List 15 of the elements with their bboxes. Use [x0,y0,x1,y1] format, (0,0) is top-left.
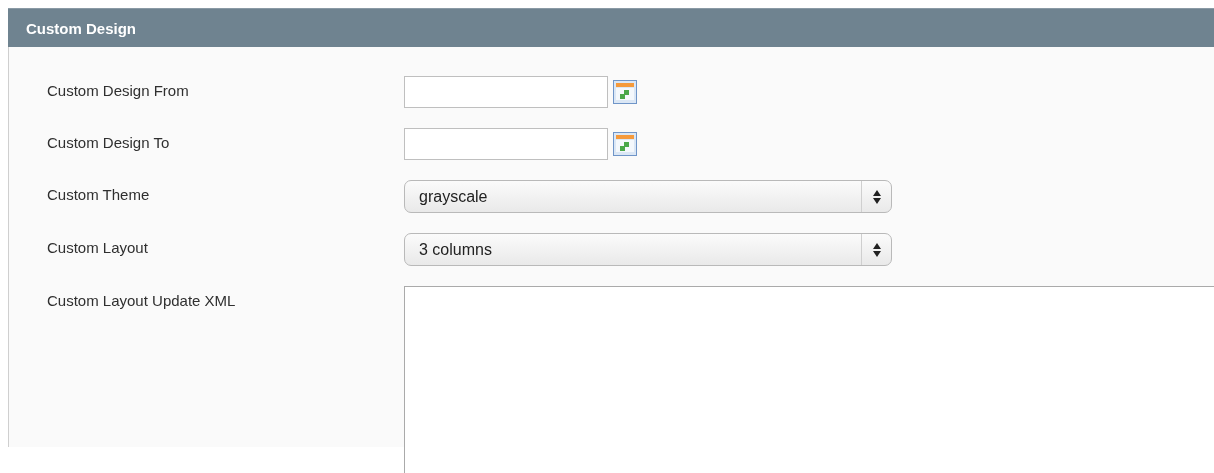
field-label: Custom Design To [47,133,171,151]
dropdown[interactable]: 3 columns [404,233,892,266]
dropdown[interactable]: grayscale [404,180,892,213]
date-field[interactable] [404,76,608,108]
calendar-icon[interactable] [613,80,637,104]
field-label: Custom Layout Update XML [47,291,237,309]
section-header: Custom Design [8,8,1214,47]
calendar-icon[interactable] [613,132,637,156]
field-label: Custom Layout [47,238,149,256]
field-label: Custom Theme [47,185,151,203]
date-field[interactable] [404,128,608,160]
up-down-arrows-icon [872,189,881,204]
text-area[interactable] [404,286,1214,473]
up-down-arrows-icon [872,242,881,257]
field-label: Custom Design From [47,81,190,99]
